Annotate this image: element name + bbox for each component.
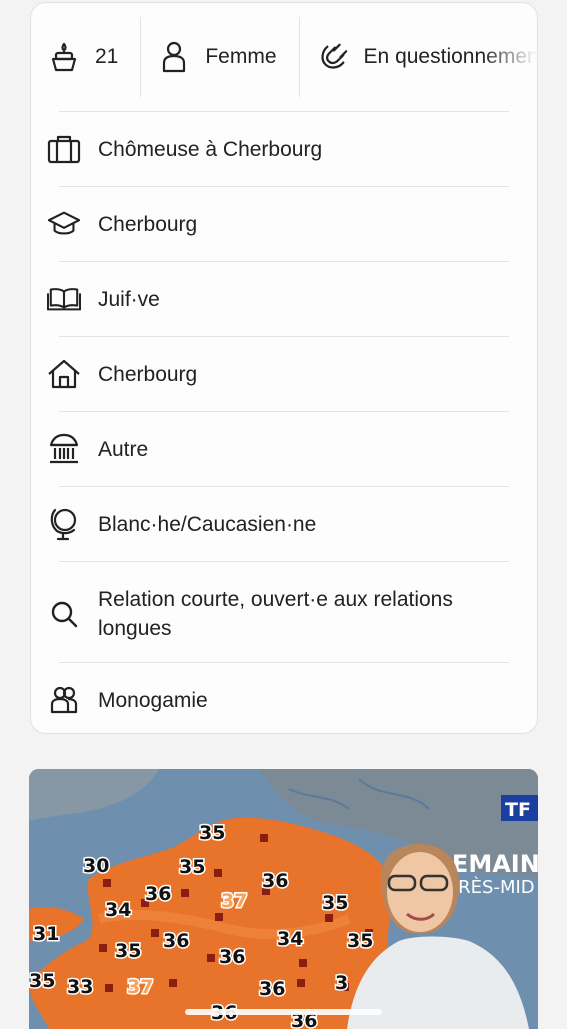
detail-row-ethnicity: Blanc·he/Caucasien·ne — [31, 487, 537, 561]
detail-row-hometown: Cherbourg — [31, 337, 537, 411]
looking-for-label: Relation courte, ouvert·e aux relations … — [98, 587, 453, 640]
temp-label: 33 — [67, 976, 93, 998]
age-value: 21 — [95, 45, 119, 68]
temp-label: 34 — [277, 928, 303, 950]
temp-label: 34 — [105, 899, 131, 921]
temp-label: 35 — [179, 856, 205, 878]
globe-icon — [47, 507, 81, 541]
temp-label: 35 — [347, 930, 373, 952]
temp-label: 36 — [262, 870, 288, 892]
profile-summary-bar[interactable]: 21 Femme En questionnement — [31, 3, 537, 111]
temp-label: 37 — [221, 890, 247, 912]
institution-icon — [47, 432, 81, 466]
temp-label: 35 — [322, 892, 348, 914]
temp-label: 31 — [33, 923, 59, 945]
gender-value: Femme — [205, 45, 277, 68]
detail-row-relationship-type: Monogamie — [31, 663, 537, 733]
temp-label: 35 — [199, 822, 225, 844]
detail-row-looking-for: Relation courte, ouvert·e aux relations … — [31, 562, 537, 665]
temp-label: 35 — [115, 940, 141, 962]
temp-label: 37 — [127, 976, 153, 998]
temp-label: 3 — [335, 972, 348, 994]
religion-label: Juif·ve — [98, 287, 160, 311]
magnet-icon — [318, 42, 348, 72]
gender-chip: Femme — [141, 17, 298, 97]
detail-row-religion: Juif·ve — [31, 262, 537, 336]
book-icon — [47, 282, 81, 316]
birthday-cake-icon — [49, 42, 79, 72]
scroll-fade — [481, 23, 537, 93]
hometown-label: Cherbourg — [98, 362, 198, 386]
temp-label: 35 — [29, 970, 55, 992]
channel-logo: TF — [505, 799, 531, 821]
home-indicator[interactable] — [185, 1009, 382, 1015]
education-label: Cherbourg — [98, 212, 198, 236]
detail-row-politics: Autre — [31, 412, 537, 486]
detail-row-education: Cherbourg — [31, 187, 537, 261]
temp-label: 36 — [219, 946, 245, 968]
detail-row-job: Chômeuse à Cherbourg — [31, 112, 537, 186]
briefcase-icon — [47, 132, 81, 166]
home-icon — [47, 357, 81, 391]
relationship-type-label: Monogamie — [98, 688, 208, 712]
graduation-cap-icon — [47, 207, 81, 241]
person-icon — [159, 41, 189, 73]
search-icon — [47, 597, 81, 631]
temp-label: 36 — [163, 930, 189, 952]
profile-info-card: 21 Femme En questionnement Chômeuse à Ch… — [30, 2, 538, 734]
ethnicity-label: Blanc·he/Caucasien·ne — [98, 512, 317, 536]
temp-label: 30 — [83, 855, 109, 877]
people-icon — [47, 683, 81, 717]
temp-label: 36 — [259, 978, 285, 1000]
profile-photo[interactable]: 35 30 35 36 37 36 35 34 31 36 35 34 35 3… — [29, 769, 538, 1029]
temp-label: 36 — [145, 883, 171, 905]
politics-label: Autre — [98, 437, 149, 461]
job-label: Chômeuse à Cherbourg — [98, 137, 323, 161]
age-chip: 21 — [31, 17, 140, 97]
